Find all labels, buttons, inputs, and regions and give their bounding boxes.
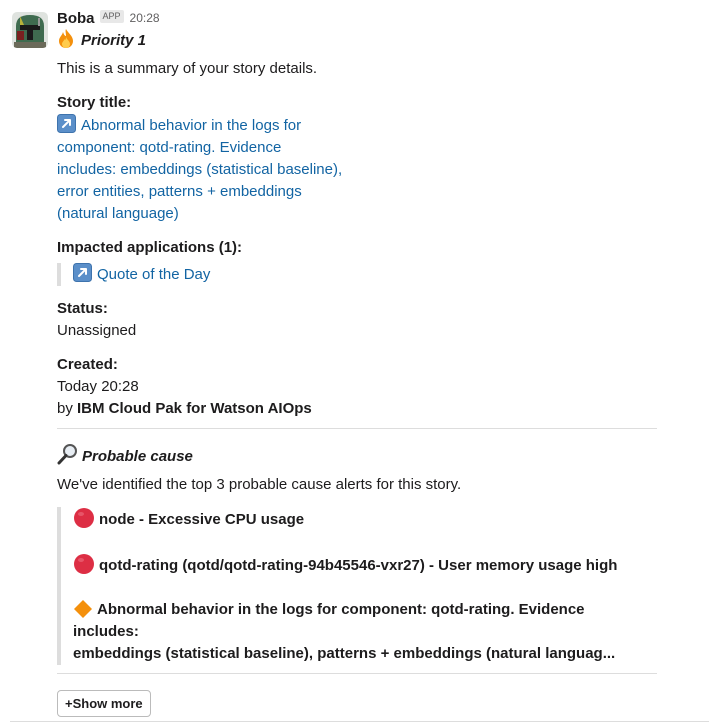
arrow-up-right-icon [73, 263, 92, 282]
bottom-divider [10, 721, 709, 722]
created-label: Created: [57, 356, 118, 373]
alert-item[interactable]: qotd-rating (qotd/qotd-rating-94b45546-v… [73, 553, 641, 577]
impacted-app-link[interactable]: Quote of the Day [97, 266, 210, 283]
created-value: Today 20:28 [57, 378, 139, 395]
alert-text: node - Excessive CPU usage [99, 511, 305, 528]
story-title-link[interactable]: Abnormal behavior in the logs for compon… [57, 114, 697, 225]
priority-label: Priority 1 [81, 31, 147, 49]
message-header: Boba APP 20:28 [57, 8, 697, 28]
fire-icon [57, 28, 75, 53]
story-title-line[interactable]: includes: embeddings (statistical baseli… [57, 161, 342, 178]
story-title-line[interactable]: error entities, patterns + embeddings [57, 183, 302, 200]
arrow-up-right-icon [57, 114, 76, 133]
divider [57, 673, 657, 674]
summary-text: This is a summary of your story details. [57, 60, 318, 77]
show-more-button[interactable]: +Show more [57, 690, 151, 717]
avatar[interactable] [12, 12, 48, 48]
divider [57, 428, 657, 429]
probable-cause-title: Probable cause [82, 447, 193, 465]
app-badge: APP [99, 9, 124, 23]
impacted-apps-label: Impacted applications (1): [57, 239, 243, 256]
probable-cause-header: Probable cause [57, 443, 697, 470]
impacted-app-quote[interactable]: Quote of the Day [57, 263, 697, 286]
story-title-line[interactable]: component: qotd-rating. Evidence [57, 139, 281, 156]
message-body: Boba APP 20:28 Priority 1 This is a summ… [57, 8, 697, 717]
alert-text: embeddings (statistical baseline), patte… [73, 645, 616, 662]
red-circle-icon [74, 508, 94, 528]
magnifying-glass-icon [57, 443, 79, 470]
orange-diamond-icon [74, 600, 92, 618]
alerts-list: node - Excessive CPU usage qotd-rating (… [57, 507, 641, 665]
status-value: Unassigned [57, 322, 137, 339]
priority-line: Priority 1 [57, 28, 697, 53]
alert-item[interactable]: node - Excessive CPU usage [73, 507, 641, 531]
story-title-line[interactable]: Abnormal behavior in the logs for [81, 117, 301, 134]
alert-text: Abnormal behavior in the logs for compon… [73, 601, 585, 640]
message-timestamp[interactable]: 20:28 [130, 11, 160, 25]
story-title-line[interactable]: (natural language) [57, 205, 179, 222]
alert-item[interactable]: Abnormal behavior in the logs for compon… [73, 599, 641, 665]
created-by-prefix: by [57, 400, 78, 417]
created-by-name: IBM Cloud Pak for Watson AIOps [77, 400, 312, 417]
red-circle-icon [74, 554, 94, 574]
created-by: by IBM Cloud Pak for Watson AIOps [57, 398, 697, 420]
probable-cause-intro: We've identified the top 3 probable caus… [57, 476, 462, 493]
alert-text: qotd-rating (qotd/qotd-rating-94b45546-v… [99, 557, 618, 574]
story-title-label: Story title: [57, 94, 132, 111]
status-label: Status: [57, 300, 108, 317]
sender-name[interactable]: Boba [57, 10, 95, 27]
